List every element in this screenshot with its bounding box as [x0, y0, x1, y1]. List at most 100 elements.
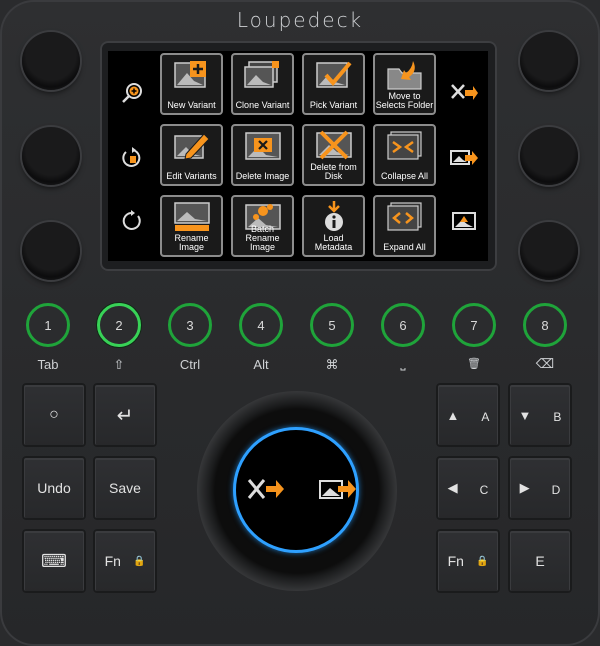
- tools-next-icon: [247, 479, 284, 499]
- round-button-2[interactable]: 2: [97, 303, 141, 347]
- key-left-c[interactable]: ◀ C: [436, 456, 500, 520]
- tile-label: Edit Variants: [166, 171, 217, 181]
- tile-label: Load Metadata: [314, 233, 353, 252]
- round-button-4[interactable]: 4: [239, 303, 283, 347]
- tools-next-button[interactable]: [444, 63, 484, 123]
- tile-label: Delete from Disk: [310, 162, 357, 181]
- delete-image-icon: [245, 132, 281, 160]
- edit-variants-icon: [174, 133, 210, 160]
- brand-logo: Loupedeck: [236, 8, 364, 32]
- lock-icon: 🔒: [132, 555, 146, 567]
- tile-pick-variant[interactable]: Pick Variant: [302, 53, 365, 115]
- round-button-number: 4: [257, 317, 265, 333]
- tile-label: New Variant: [167, 100, 216, 110]
- key-label: C: [479, 483, 489, 497]
- tile-collapse-all[interactable]: Collapse All: [373, 124, 436, 186]
- tile-edit-variants[interactable]: Edit Variants: [160, 124, 223, 186]
- label-trash: 🗑: [467, 358, 481, 370]
- dial-screen[interactable]: [233, 427, 359, 553]
- round-button-8[interactable]: 8: [523, 303, 567, 347]
- key-right-d[interactable]: ▶ D: [508, 456, 572, 520]
- tile-label: Batch Rename Image: [245, 224, 280, 252]
- round-button-5[interactable]: 5: [310, 303, 354, 347]
- key-label: Undo: [37, 480, 71, 496]
- round-button-3[interactable]: 3: [168, 303, 212, 347]
- key-circle[interactable]: ○: [22, 383, 86, 447]
- image-up-icon: [452, 212, 476, 230]
- clone-variant-icon: [244, 61, 279, 88]
- tile-expand-all[interactable]: Expand All: [373, 195, 436, 257]
- round-button-number: 7: [470, 317, 478, 333]
- lock-icon: 🔒: [475, 555, 489, 567]
- round-button-number: 1: [44, 317, 52, 333]
- tile-clone-variant[interactable]: Clone Variant: [231, 53, 294, 115]
- tile-label: Expand All: [383, 242, 426, 252]
- knob-left-bottom[interactable]: [22, 222, 80, 280]
- key-undo[interactable]: Undo: [22, 456, 86, 520]
- zoom-in-icon: [122, 83, 142, 103]
- tile-delete-image[interactable]: Delete Image: [231, 124, 294, 186]
- rotate-cw-button[interactable]: [112, 191, 152, 251]
- label-space: ⎵: [400, 355, 406, 370]
- tile-new-variant[interactable]: New Variant: [160, 53, 223, 115]
- round-button-number: 5: [328, 317, 336, 333]
- round-button-6[interactable]: 6: [381, 303, 425, 347]
- round-button-1[interactable]: 1: [26, 303, 70, 347]
- tile-label: Clone Variant: [235, 100, 290, 110]
- label-command: ⌘: [325, 357, 339, 372]
- label-backspace: ⌫: [535, 356, 555, 371]
- key-up-a[interactable]: ▲ A: [436, 383, 500, 447]
- expand-all-icon: [387, 202, 422, 231]
- circle-icon: ○: [49, 406, 59, 423]
- tile-rename-image[interactable]: Rename Image: [160, 195, 223, 257]
- load-metadata-icon: [325, 201, 343, 231]
- key-keyboard[interactable]: ⌨: [22, 529, 86, 593]
- key-fn-left[interactable]: Fn 🔒: [93, 529, 157, 593]
- touch-screen-frame: New Variant Clone Variant Pick Variant M…: [100, 41, 497, 271]
- keyboard-icon: ⌨: [41, 550, 67, 571]
- tile-label: Delete Image: [235, 171, 290, 181]
- key-e[interactable]: E: [508, 529, 572, 593]
- key-enter[interactable]: ↵: [93, 383, 157, 447]
- new-variant-icon: [174, 61, 206, 88]
- key-label: Fn: [447, 553, 464, 569]
- image-next-button[interactable]: [444, 128, 484, 188]
- right-action-column: [444, 51, 484, 261]
- key-label: Save: [109, 480, 141, 496]
- knob-left-top[interactable]: [22, 32, 80, 90]
- knob-right-top[interactable]: [520, 32, 578, 90]
- delete-disk-icon: [316, 130, 352, 160]
- key-save[interactable]: Save: [93, 456, 157, 520]
- arrow-right-icon: ▶: [519, 480, 530, 495]
- round-button-number: 8: [541, 317, 549, 333]
- key-fn-right[interactable]: Fn 🔒: [436, 529, 500, 593]
- zoom-in-button[interactable]: [112, 63, 152, 123]
- tile-label: Rename Image: [174, 233, 209, 252]
- key-label: D: [551, 483, 561, 497]
- key-down-b[interactable]: ▼ B: [508, 383, 572, 447]
- rotate-cw-icon: [122, 210, 141, 230]
- label-alt: Alt: [253, 357, 269, 372]
- left-action-column: [112, 51, 152, 261]
- arrow-up-icon: ▲: [446, 407, 460, 423]
- tile-move-to-selects-folder[interactable]: Move to Selects Folder: [373, 53, 436, 115]
- rotate-ccw-icon: [122, 147, 141, 167]
- arrow-down-icon: ▼: [518, 407, 532, 423]
- key-label: E: [535, 553, 545, 569]
- round-button-7[interactable]: 7: [452, 303, 496, 347]
- image-next-icon: [450, 150, 478, 165]
- tile-label: Pick Variant: [309, 100, 358, 110]
- knob-right-bottom[interactable]: [520, 222, 578, 280]
- tile-delete-from-disk[interactable]: Delete from Disk: [302, 124, 365, 186]
- touch-screen: New Variant Clone Variant Pick Variant M…: [108, 51, 488, 261]
- tile-batch-rename-image[interactable]: Batch Rename Image: [231, 195, 294, 257]
- tile-load-metadata[interactable]: Load Metadata: [302, 195, 365, 257]
- pick-variant-icon: [316, 61, 352, 88]
- knob-right-middle[interactable]: [520, 127, 578, 185]
- image-up-button[interactable]: [444, 191, 484, 251]
- arrow-left-icon: ◀: [447, 480, 458, 495]
- move-folder-icon: [387, 61, 422, 90]
- rotate-ccw-button[interactable]: [112, 128, 152, 188]
- label-ctrl: Ctrl: [179, 357, 201, 372]
- knob-left-middle[interactable]: [22, 127, 80, 185]
